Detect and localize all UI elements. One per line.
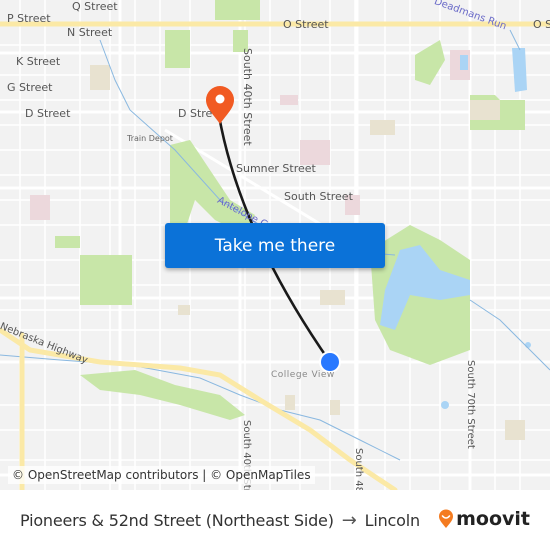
street-label-south-48th-bottom: South 48th Street bbox=[353, 448, 364, 490]
footer-bar: Pioneers & 52nd Street (Northeast Side) … bbox=[0, 490, 550, 550]
moovit-wordmark: moovit bbox=[456, 508, 530, 530]
street-label-q: Q Street bbox=[72, 0, 118, 13]
street-label-south: South Street bbox=[284, 190, 353, 203]
street-label-p: P Street bbox=[7, 12, 51, 25]
street-label-sumner: Sumner Street bbox=[236, 162, 316, 175]
arrow-right-icon: → bbox=[341, 509, 357, 531]
route-summary: Pioneers & 52nd Street (Northeast Side) … bbox=[20, 510, 420, 531]
origin-label: Pioneers & 52nd Street (Northeast Side) bbox=[20, 510, 334, 530]
street-label-o: O Street bbox=[283, 18, 329, 31]
destination-label: Lincoln bbox=[364, 510, 420, 530]
street-label-k: K Street bbox=[16, 55, 61, 68]
origin-marker[interactable] bbox=[319, 351, 341, 373]
street-label-o-right: O S bbox=[533, 18, 550, 31]
moovit-pin-icon bbox=[439, 509, 454, 528]
street-label-g: G Street bbox=[7, 81, 53, 94]
street-label-d-left: D Street bbox=[25, 107, 71, 120]
place-label-college-view: College View bbox=[271, 370, 335, 380]
street-label-d-right: D Stre bbox=[178, 107, 213, 120]
place-label-train-depot: Train Depot bbox=[127, 134, 173, 143]
street-label-n: N Street bbox=[67, 26, 113, 39]
street-label-south-40th: South 40th Street bbox=[241, 48, 254, 146]
map-attribution[interactable]: © OpenStreetMap contributors | © OpenMap… bbox=[8, 466, 315, 484]
moovit-logo: moovit bbox=[438, 508, 530, 530]
map-view[interactable]: Q Street P Street O Street O S N Street … bbox=[0, 0, 550, 490]
street-label-south-70th: South 70th Street bbox=[465, 360, 476, 449]
take-me-there-button[interactable]: Take me there bbox=[165, 223, 385, 268]
